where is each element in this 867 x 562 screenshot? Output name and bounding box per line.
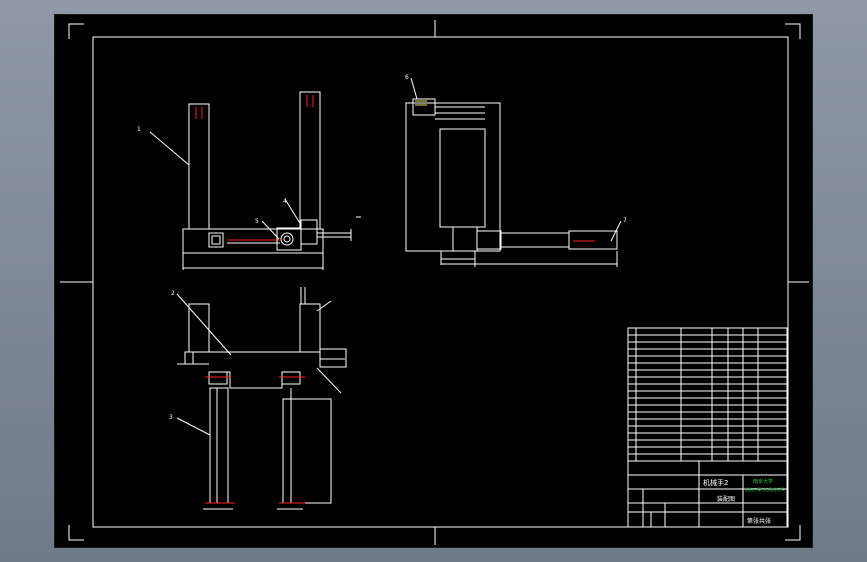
cad-drawing-canvas: 1 2 3 4 5 6 7 机械手2 南京大学 机械工程与自动化学院 装配图 第…	[60, 20, 809, 545]
balloon-5: 5	[255, 218, 259, 225]
front-view	[182, 91, 361, 270]
assembly-label: 装配图	[717, 495, 735, 503]
balloon-4: 4	[283, 198, 287, 205]
leader-lines	[149, 77, 622, 436]
top-view	[177, 287, 347, 510]
sheet-label: 第张共张	[747, 517, 771, 525]
side-view	[405, 98, 618, 267]
balloon-7: 7	[623, 217, 627, 224]
school-name: 南京大学	[753, 478, 773, 485]
balloon-2: 2	[171, 290, 175, 297]
balloon-1: 1	[137, 126, 141, 133]
balloon-6: 6	[405, 74, 409, 81]
drawing-name: 机械手2	[703, 478, 728, 487]
balloon-3: 3	[169, 414, 173, 421]
drawing-sheet: 1 2 3 4 5 6 7 机械手2 南京大学 机械工程与自动化学院 装配图 第…	[54, 14, 813, 548]
title-block	[627, 327, 788, 528]
school-department: 机械工程与自动化学院	[745, 486, 785, 492]
